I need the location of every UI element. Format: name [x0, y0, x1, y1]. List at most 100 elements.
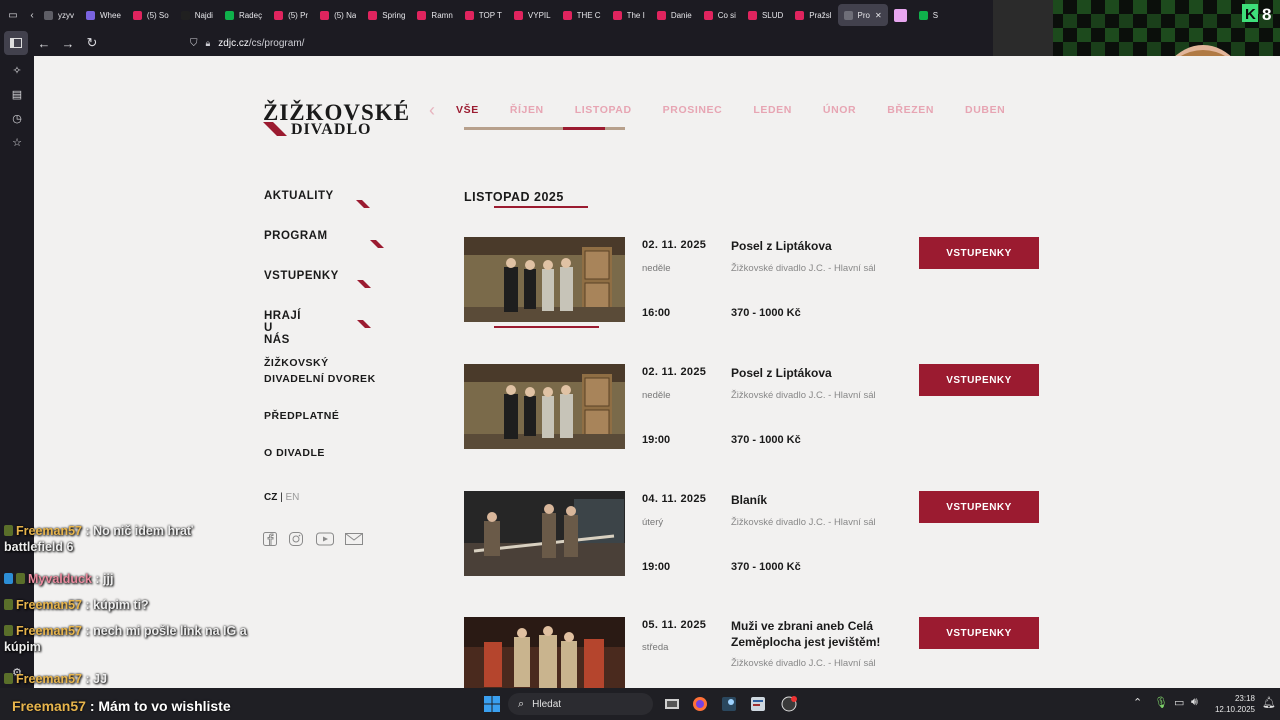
menu-item-dvorek[interactable]: ŽIŽKOVSKÝ DIVADELNÍ DVOREK	[264, 355, 376, 387]
chat-username: Freeman57	[16, 672, 83, 686]
event-image[interactable]	[464, 617, 625, 688]
tab-pinned[interactable]	[888, 0, 913, 30]
address-bar[interactable]: ⛉ 🔒︎ zdjc.cz/cs/program/	[190, 38, 304, 49]
browser-tab[interactable]: Spring	[362, 0, 411, 30]
tab-label: (5) So	[146, 10, 169, 20]
facebook-icon[interactable]	[263, 532, 279, 546]
youtube-icon[interactable]	[316, 532, 334, 546]
browser-tab[interactable]: (5) So	[127, 0, 175, 30]
browser-tab[interactable]: Pro ✕	[837, 4, 888, 26]
month-tab[interactable]: PROSINEC	[663, 104, 723, 116]
month-tab[interactable]: BŘEZEN	[887, 104, 934, 116]
browser-tab[interactable]: Co si	[698, 0, 742, 30]
tab-strip: ▭ ‹ yzyv Whee (5) So Najdi Radeç (5) Pr (5) Na…	[0, 0, 993, 30]
browser-tab[interactable]: SLUD	[742, 0, 789, 30]
network-icon[interactable]: ▭	[1174, 696, 1184, 709]
tab-label: Spring	[382, 10, 406, 20]
forward-icon[interactable]: →	[56, 31, 80, 55]
event-image[interactable]	[464, 364, 625, 449]
month-tab[interactable]: LISTOPAD	[575, 104, 632, 116]
shield-icon[interactable]: ⛉	[190, 38, 198, 49]
tickets-button[interactable]: VSTUPENKY	[919, 237, 1039, 269]
event-title[interactable]: Posel z Liptákova	[731, 365, 901, 381]
tab-favicon-icon	[513, 10, 523, 20]
firefox-icon[interactable]	[692, 696, 708, 712]
browser-tab[interactable]: Ramn	[411, 0, 458, 30]
tab-extra[interactable]: S	[913, 0, 944, 30]
browser-sidebar: ✧ ▤ ◷ ☆ ⚙	[0, 56, 34, 688]
taskbar-search[interactable]: ⌕ Hledat	[508, 693, 653, 715]
tickets-button[interactable]: VSTUPENKY	[919, 491, 1039, 523]
event-title[interactable]: Blaník	[731, 492, 901, 508]
menu-item-vstupenky[interactable]: VSTUPENKY	[264, 270, 339, 282]
event-price: 370 - 1000 Kč	[731, 307, 801, 319]
month-tab[interactable]: DUBEN	[965, 104, 1005, 116]
event-image[interactable]	[464, 237, 625, 322]
menu-item-predplatne[interactable]: PŘEDPLATNÉ	[264, 408, 339, 424]
browser-tab[interactable]: TOP T	[459, 0, 508, 30]
system-clock[interactable]: 23:18 12.10.2025	[1205, 693, 1255, 715]
tab-favicon-icon	[44, 10, 53, 20]
reload-icon[interactable]: ↻	[80, 31, 104, 55]
browser-tab[interactable]: (5) Pr	[268, 0, 314, 30]
lang-cz[interactable]: CZ	[264, 492, 277, 503]
month-tab[interactable]: LEDEN	[753, 104, 792, 116]
tray-overflow-icon[interactable]: ⌃	[1133, 696, 1142, 709]
obs-icon[interactable]	[781, 696, 797, 712]
event-title[interactable]: Muži ve zbrani aneb Celá Zeměplocha jest…	[731, 618, 901, 650]
browser-tab[interactable]: The I	[607, 0, 651, 30]
windows-start-icon[interactable]	[484, 696, 500, 712]
close-tab-icon[interactable]: ✕	[875, 11, 882, 20]
browser-tab[interactable]: yzyv	[38, 0, 80, 30]
microphone-icon[interactable]: 🎙︎	[1154, 696, 1168, 709]
instagram-icon[interactable]	[289, 532, 305, 546]
notifications-icon[interactable]: 🔔︎	[1262, 696, 1276, 709]
tab-scroll-left-icon[interactable]: ‹	[26, 3, 38, 27]
event-image[interactable]	[464, 491, 625, 576]
tab-favicon-icon	[417, 10, 427, 20]
month-tab[interactable]: ŘÍJEN	[510, 104, 544, 116]
menu-item-o-divadle[interactable]: O DIVADLE	[264, 445, 325, 461]
menu-item-program[interactable]: PROGRAM	[264, 230, 328, 242]
bookmarks-icon[interactable]: ▤	[10, 88, 24, 102]
history-icon[interactable]: ◷	[10, 112, 24, 126]
volume-icon[interactable]: 🔊︎	[1191, 696, 1198, 709]
tickets-button[interactable]: VSTUPENKY	[919, 364, 1039, 396]
event-price: 370 - 1000 Kč	[731, 561, 801, 573]
menu-item-aktuality[interactable]: AKTUALITY	[264, 190, 334, 202]
tab-favicon-icon	[320, 10, 330, 20]
back-icon[interactable]: ←	[32, 31, 56, 55]
menu-item-hraji-u-nas[interactable]: HRAJÍ U NÁS	[264, 310, 301, 346]
steam-icon[interactable]	[721, 696, 737, 712]
browser-tab[interactable]: (5) Na	[314, 0, 362, 30]
app-icon[interactable]	[750, 696, 766, 712]
browser-tab[interactable]: Pražsl	[789, 0, 837, 30]
event-title[interactable]: Posel z Liptákova	[731, 238, 901, 254]
star-icon[interactable]: ☆	[10, 136, 24, 150]
browser-tab[interactable]: VYPIL	[508, 0, 557, 30]
lock-icon: 🔒︎	[205, 37, 211, 48]
browser-tab[interactable]: THE C	[557, 0, 607, 30]
browser-tab[interactable]: Danie	[651, 0, 698, 30]
tickets-button[interactable]: VSTUPENKY	[919, 617, 1039, 649]
sidebar-toggle-icon[interactable]	[4, 31, 28, 55]
browser-tab[interactable]: Whee	[80, 0, 127, 30]
month-tab[interactable]: ÚNOR	[823, 104, 856, 116]
sparkle-icon[interactable]: ✧	[10, 64, 24, 78]
tab-list-icon[interactable]: ▭	[0, 3, 26, 27]
tab-label: Pražsl	[809, 10, 832, 20]
chat-message: Freeman57 : JJ	[4, 671, 107, 687]
lang-en[interactable]: EN	[286, 492, 300, 503]
tab-label: TOP T	[478, 10, 502, 20]
month-tab[interactable]: VŠE	[456, 104, 479, 116]
event-venue: Žižkovské divadlo J.C. - Hlavní sál	[731, 658, 876, 669]
event-day: úterý	[642, 517, 664, 528]
chat-username: Freeman57	[16, 624, 83, 638]
theatre-logo[interactable]: ŽIŽKOVSKÉ DIVADLO	[263, 100, 409, 142]
email-icon[interactable]	[345, 532, 363, 546]
task-view-icon[interactable]	[664, 696, 680, 712]
browser-tab[interactable]: Najdi	[175, 0, 219, 30]
chevron-left-icon[interactable]: ‹	[429, 100, 441, 121]
browser-tab[interactable]: Radeç	[219, 0, 268, 30]
tab-favicon-icon	[274, 10, 284, 20]
